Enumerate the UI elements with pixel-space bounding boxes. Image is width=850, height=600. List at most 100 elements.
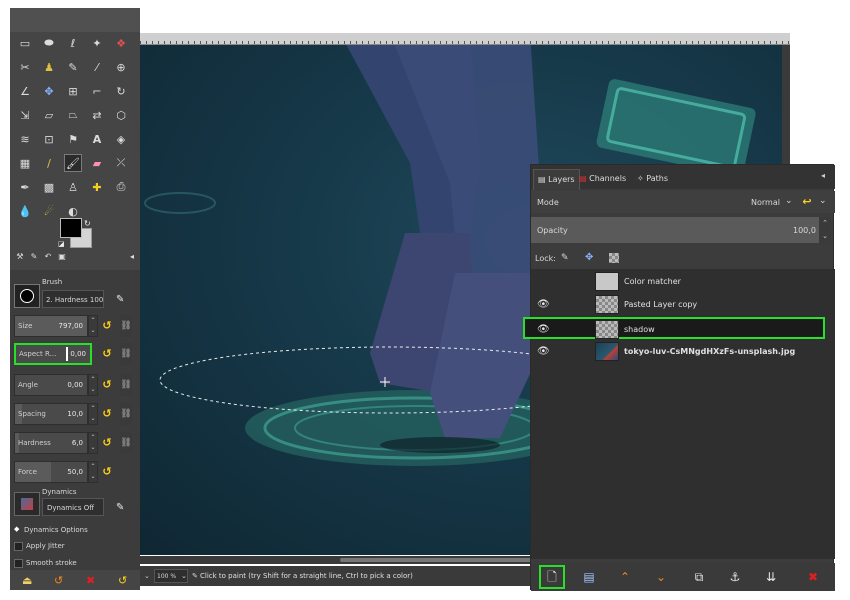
images-tab-icon[interactable]: ▣ — [56, 250, 68, 262]
size-link-icon[interactable]: ⛓ — [120, 315, 132, 337]
horizontal-scrollbar-thumb[interactable] — [340, 558, 540, 562]
perspective-clone-tool-icon[interactable]: ⎙ — [112, 178, 130, 196]
spacing-reset-icon[interactable]: ↺ — [101, 408, 113, 420]
dynamics-field[interactable]: Dynamics Off — [42, 498, 104, 516]
size-slider[interactable]: Size 797,00 — [14, 315, 88, 337]
zoom-dropdown-icon[interactable]: ⌄ — [181, 572, 187, 580]
mypaint-brush-tool-icon[interactable]: ▩ — [40, 178, 58, 196]
angle-spinner[interactable]: ⌃ ⌄ — [88, 374, 98, 396]
tool-options-tab-icon[interactable]: ⚒ — [14, 250, 26, 262]
tab-channels[interactable]: ▤ Channels — [575, 169, 630, 189]
force-reset-icon[interactable]: ↺ — [101, 466, 113, 478]
aspect-link-icon[interactable]: ⛓ — [120, 343, 132, 365]
horizontal-ruler[interactable] — [140, 33, 790, 45]
shear-tool-icon[interactable]: ▱ — [40, 106, 58, 124]
dock-menu-icon[interactable]: ◂ — [821, 171, 831, 181]
aspect-reset-icon[interactable]: ↺ — [101, 348, 113, 360]
swap-colors-icon[interactable]: ↻ — [84, 219, 91, 228]
handle-transform-tool-icon[interactable]: ⚑ — [64, 130, 82, 148]
clone-tool-icon[interactable]: ♙ — [64, 178, 82, 196]
unified-transform-tool-icon[interactable]: ⊡ — [40, 130, 58, 148]
foreground-select-tool-icon[interactable]: ♟ — [40, 58, 58, 76]
layer-row[interactable]: 👁 tokyo-luv-CsMNgdHXzFs-unsplash.jpg — [531, 341, 833, 363]
opacity-spinner[interactable]: ⌃ ⌄ — [819, 217, 831, 243]
lower-layer-icon[interactable]: ⌄ — [651, 567, 671, 587]
angle-reset-icon[interactable]: ↺ — [101, 379, 113, 391]
configure-tab-icon[interactable]: ◂ — [126, 250, 138, 262]
brush-name-field[interactable]: 2. Hardness 100 — [42, 290, 104, 308]
force-slider[interactable]: Force 50,0 — [14, 461, 88, 483]
layer-row-selected[interactable]: 👁 shadow — [523, 317, 825, 339]
save-tool-preset-icon[interactable]: ⏏ — [22, 574, 32, 587]
warp-transform-tool-icon[interactable]: ≋ — [16, 130, 34, 148]
raise-layer-icon[interactable]: ⌃ — [615, 567, 635, 587]
ink-tool-icon[interactable]: ✒ — [16, 178, 34, 196]
size-reset-icon[interactable]: ↺ — [101, 320, 113, 332]
blur-tool-icon[interactable]: 💧 — [16, 202, 34, 220]
lock-position-icon[interactable]: ✥ — [585, 252, 593, 263]
mode-dropdown-icon[interactable]: ⌄ — [785, 196, 793, 206]
gradient-tool-icon[interactable]: ▦ — [16, 154, 34, 172]
new-layer-group-icon[interactable]: ▤ — [579, 567, 599, 587]
flip-tool-icon[interactable]: ⇄ — [88, 106, 106, 124]
free-select-tool-icon[interactable]: ℓ — [64, 34, 82, 52]
apply-jitter-checkbox[interactable] — [14, 542, 23, 551]
eye-icon[interactable]: 👁 — [537, 346, 550, 358]
composite-dropdown-icon[interactable]: ⌄ — [819, 196, 827, 206]
zoom-tool-icon[interactable]: ⊕ — [112, 58, 130, 76]
hardness-reset-icon[interactable]: ↺ — [101, 437, 113, 449]
reset-tool-options-icon[interactable]: ↺ — [118, 574, 127, 587]
delete-tool-preset-icon[interactable]: ✖ — [86, 574, 95, 587]
dynamics-preview-icon[interactable] — [14, 492, 40, 516]
duplicate-layer-icon[interactable]: ⧉ — [689, 567, 709, 587]
rect-select-tool-icon[interactable]: ▭ — [16, 34, 34, 52]
smooth-stroke-checkbox[interactable] — [14, 559, 23, 568]
hardness-slider[interactable]: Hardness 6,0 — [14, 432, 88, 454]
scale-tool-icon[interactable]: ⇲ — [16, 106, 34, 124]
edit-dynamics-icon[interactable]: ✎ — [116, 502, 128, 514]
angle-link-icon[interactable]: ⛓ — [120, 374, 132, 396]
measure-tool-icon[interactable]: ∠ — [16, 82, 34, 100]
paintbrush-tool-icon[interactable]: 🖌 — [64, 154, 82, 172]
composite-mode-icon[interactable]: ↩ — [801, 196, 813, 208]
anchor-layer-icon[interactable]: ⚓ — [725, 567, 745, 587]
rotate-tool-icon[interactable]: ↻ — [112, 82, 130, 100]
hardness-link-icon[interactable]: ⛓ — [120, 432, 132, 454]
unit-menu-icon[interactable]: ⌄ — [144, 572, 150, 580]
text-tool-icon[interactable]: A — [88, 130, 106, 148]
move-tool-icon[interactable]: ✥ — [40, 82, 58, 100]
bucket-fill-tool-icon[interactable]: ◈ — [112, 130, 130, 148]
mode-value[interactable]: Normal — [751, 198, 780, 207]
spacing-spinner[interactable]: ⌃ ⌄ — [88, 403, 98, 425]
layer-list[interactable]: Color matcher 👁 Pasted Layer copy 👁 shad… — [523, 269, 835, 559]
spacing-link-icon[interactable]: ⛓ — [120, 403, 132, 425]
layer-row[interactable]: Color matcher — [531, 271, 833, 293]
hardness-spinner[interactable]: ⌃ ⌄ — [88, 432, 98, 454]
crop-tool-icon[interactable]: ⌐ — [88, 82, 106, 100]
airbrush-tool-icon[interactable]: ⤫ — [112, 154, 130, 172]
eraser-tool-icon[interactable]: ▰ — [88, 154, 106, 172]
layer-row[interactable]: 👁 Pasted Layer copy — [531, 294, 833, 316]
edit-brush-icon[interactable]: ✎ — [116, 294, 128, 306]
cage-transform-tool-icon[interactable]: ⬡ — [112, 106, 130, 124]
lock-pixels-icon[interactable]: ✎ — [561, 253, 569, 263]
alignment-tool-icon[interactable]: ⊞ — [64, 82, 82, 100]
default-colors-icon[interactable]: ◪ — [58, 240, 65, 248]
zoom-select[interactable]: 100 % ⌄ — [154, 569, 188, 583]
new-layer-icon[interactable]: 🗋 — [539, 565, 565, 589]
restore-tool-preset-icon[interactable]: ↺ — [54, 574, 63, 587]
merge-down-icon[interactable]: ⇊ — [761, 567, 781, 587]
dynamics-options-expander-icon[interactable]: ◆ — [14, 526, 21, 533]
ellipse-select-tool-icon[interactable]: ⬬ — [40, 34, 58, 52]
tab-paths[interactable]: ✧ Paths — [633, 169, 672, 189]
tab-layers[interactable]: ▤ Layers — [533, 169, 580, 190]
opacity-slider[interactable]: Opacity 100,0 — [531, 217, 819, 243]
fuzzy-select-tool-icon[interactable]: ✦ — [88, 34, 106, 52]
pencil-tool-icon[interactable]: / — [40, 154, 58, 172]
paths-tool-icon[interactable]: ✎ — [64, 58, 82, 76]
angle-slider[interactable]: Angle 0,00 — [14, 374, 88, 396]
device-status-tab-icon[interactable]: ✎ — [28, 250, 40, 262]
smudge-tool-icon[interactable]: ☄ — [40, 202, 58, 220]
color-picker-tool-icon[interactable]: ⁄ — [88, 58, 106, 76]
dynamics-options-label[interactable]: Dynamics Options — [24, 526, 88, 534]
